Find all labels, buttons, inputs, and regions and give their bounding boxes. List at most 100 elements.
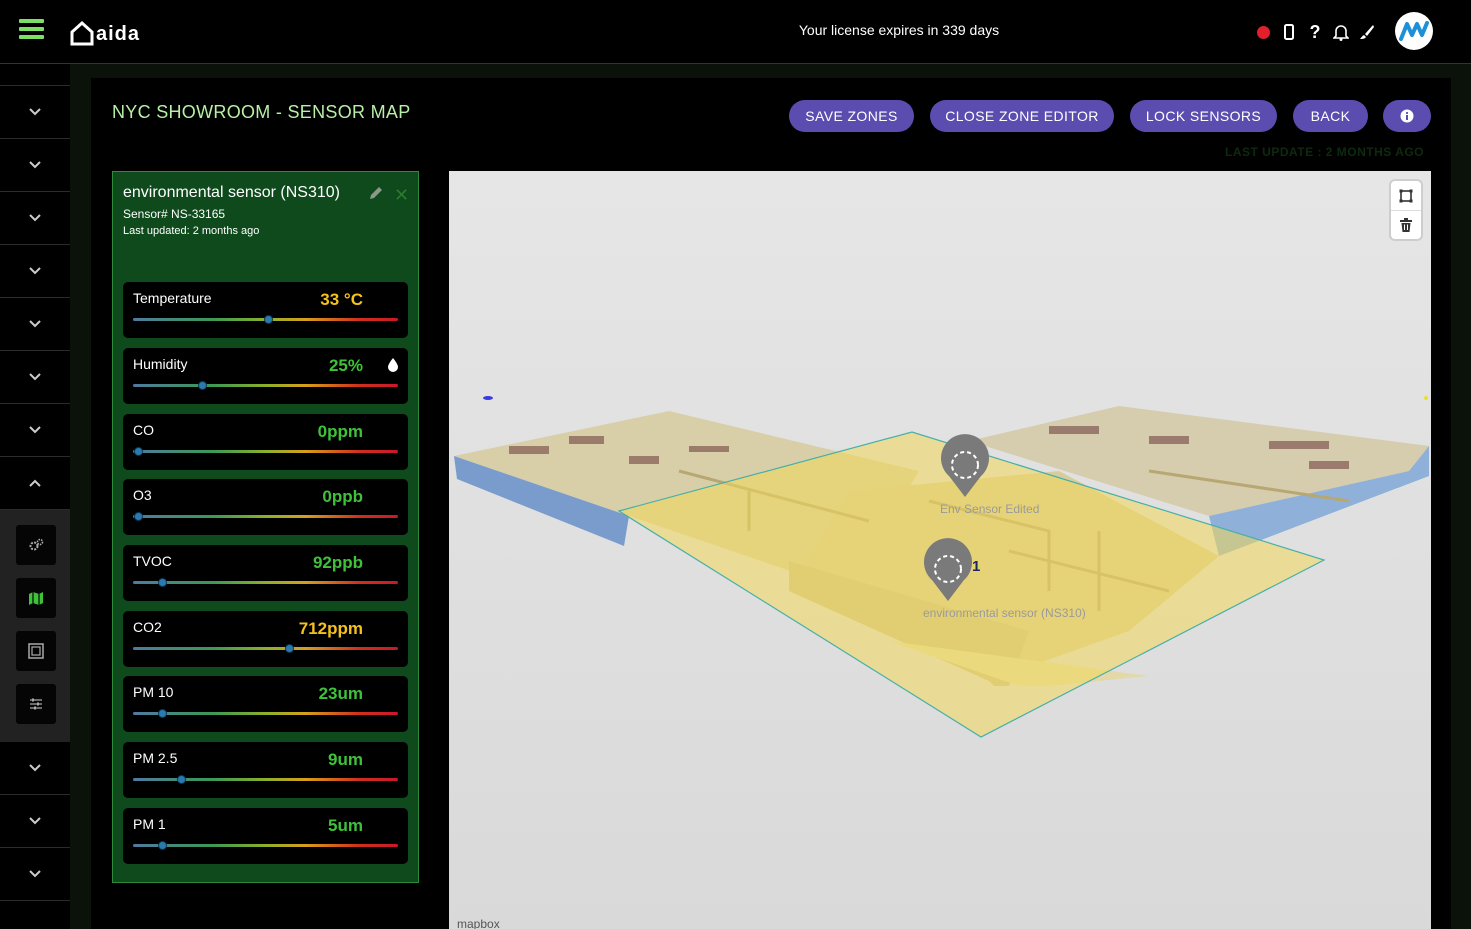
sidebar-sub-map[interactable] bbox=[16, 578, 56, 618]
sensor-detail-panel: environmental sensor (NS310) ✕ Sensor# N… bbox=[112, 171, 419, 883]
reading-level-marker bbox=[264, 315, 274, 324]
sensor-label-ns310[interactable]: environmental sensor (NS310) bbox=[923, 606, 1086, 620]
map-icon bbox=[29, 591, 43, 605]
reading-label: CO bbox=[133, 422, 154, 438]
zone-icon bbox=[28, 643, 44, 659]
sidebar-sub-settings[interactable] bbox=[16, 525, 56, 565]
sidebar-expand-3[interactable] bbox=[0, 192, 70, 245]
user-avatar[interactable] bbox=[1395, 12, 1433, 50]
floorplan-3d-view[interactable] bbox=[449, 171, 1431, 929]
sidebar bbox=[0, 64, 70, 929]
info-icon bbox=[1400, 109, 1414, 123]
reading-scale-bar bbox=[133, 512, 398, 521]
mapbox-attribution[interactable]: mapbox bbox=[457, 917, 500, 929]
sidebar-expand-9[interactable] bbox=[0, 742, 70, 795]
reading-label: CO2 bbox=[133, 619, 162, 635]
sidebar-expand-10[interactable] bbox=[0, 795, 70, 848]
chevron-down-icon bbox=[29, 267, 41, 275]
reading-value: 9um bbox=[328, 750, 363, 769]
reading-level-marker bbox=[285, 644, 295, 653]
reading-value: 33 °C bbox=[320, 290, 363, 309]
chevron-down-icon bbox=[29, 214, 41, 222]
reading-scale-bar bbox=[133, 775, 398, 784]
record-icon[interactable] bbox=[1250, 19, 1276, 45]
reading-value: 0ppb bbox=[322, 487, 363, 506]
reading-value: 92ppb bbox=[312, 553, 363, 572]
save-zones-button[interactable]: SAVE ZONES bbox=[789, 100, 914, 132]
chevron-up-icon bbox=[29, 479, 41, 487]
reading-value: 5um bbox=[328, 816, 363, 835]
reading-card-pm-1: PM 1 5um bbox=[123, 808, 408, 864]
reading-card-co2: CO2 712ppm bbox=[123, 611, 408, 667]
sensor-count-badge: 1 bbox=[972, 558, 981, 575]
edit-pencil-icon[interactable] bbox=[369, 186, 383, 205]
sensor-map[interactable]: Env Sensor Edited environmental sensor (… bbox=[449, 171, 1431, 929]
reading-label: Temperature bbox=[133, 290, 212, 306]
reading-scale-bar bbox=[133, 709, 398, 718]
info-button[interactable] bbox=[1383, 100, 1431, 132]
sidebar-expand-11[interactable] bbox=[0, 848, 70, 901]
reading-label: TVOC bbox=[133, 553, 172, 569]
bell-icon[interactable] bbox=[1328, 19, 1354, 45]
sidebar-expand-6[interactable] bbox=[0, 351, 70, 404]
reading-card-o3: O3 0ppb bbox=[123, 479, 408, 535]
chevron-down-icon bbox=[29, 870, 41, 878]
reading-scale-bar bbox=[133, 644, 398, 653]
page-title: NYC SHOWROOM - SENSOR MAP bbox=[112, 102, 411, 122]
brush-icon[interactable] bbox=[1354, 19, 1380, 45]
sidebar-top-spacer bbox=[0, 64, 70, 86]
sensor-last-updated: Last updated: 2 months ago bbox=[123, 225, 260, 237]
reading-level-marker bbox=[158, 841, 168, 850]
reading-value: 712ppm bbox=[298, 619, 363, 638]
reading-level-marker bbox=[134, 447, 144, 456]
sensor-number: Sensor# NS-33165 bbox=[123, 207, 226, 221]
chevron-down-icon bbox=[29, 817, 41, 825]
sidebar-sub-zones[interactable] bbox=[16, 631, 56, 671]
chevron-down-icon bbox=[29, 373, 41, 381]
help-icon[interactable]: ? bbox=[1302, 19, 1328, 45]
sidebar-expand-4[interactable] bbox=[0, 245, 70, 298]
sidebar-collapse-8[interactable] bbox=[0, 457, 70, 510]
reading-label: PM 2.5 bbox=[133, 750, 178, 766]
reading-scale-bar bbox=[133, 447, 398, 456]
reading-label: PM 10 bbox=[133, 684, 174, 700]
reading-scale-bar bbox=[133, 381, 398, 390]
close-zone-editor-button[interactable]: CLOSE ZONE EDITOR bbox=[930, 100, 1114, 132]
reading-value: 23um bbox=[318, 684, 363, 703]
sidebar-sub-settings-sliders[interactable] bbox=[16, 684, 56, 724]
reading-level-marker bbox=[197, 381, 207, 390]
settings-icon bbox=[29, 538, 44, 551]
reading-label: O3 bbox=[133, 487, 152, 503]
sliders-icon bbox=[30, 698, 42, 710]
reading-scale-bar bbox=[133, 578, 398, 587]
draw-polygon-button[interactable] bbox=[1391, 181, 1421, 210]
chevron-down-icon bbox=[29, 161, 41, 169]
phone-icon[interactable] bbox=[1276, 19, 1302, 45]
chevron-down-icon bbox=[29, 764, 41, 772]
reading-level-marker bbox=[176, 775, 186, 784]
reading-level-marker bbox=[158, 709, 168, 718]
sidebar-expand-5[interactable] bbox=[0, 298, 70, 351]
reading-card-pm-10: PM 10 23um bbox=[123, 676, 408, 732]
last-update-text: LAST UPDATE : 2 MONTHS AGO bbox=[1225, 145, 1424, 159]
sidebar-expand-2[interactable] bbox=[0, 139, 70, 192]
back-button[interactable]: BACK bbox=[1293, 100, 1368, 132]
top-bar: aida Your license expires in 339 days ? bbox=[0, 0, 1471, 64]
close-icon[interactable]: ✕ bbox=[394, 185, 409, 206]
reading-level-marker bbox=[158, 578, 168, 587]
reading-card-co: CO 0ppm bbox=[123, 414, 408, 470]
lock-sensors-button[interactable]: LOCK SENSORS bbox=[1130, 100, 1277, 132]
sidebar-submenu bbox=[0, 510, 70, 742]
sensor-label-env-edited[interactable]: Env Sensor Edited bbox=[940, 502, 1039, 516]
sidebar-expand-1[interactable] bbox=[0, 86, 70, 139]
reading-card-temperature: Temperature 33 °C bbox=[123, 282, 408, 338]
water-drop-icon bbox=[388, 358, 398, 377]
reading-value: 0ppm bbox=[317, 422, 363, 441]
sensor-title: environmental sensor (NS310) bbox=[123, 184, 340, 201]
reading-card-pm-2-5: PM 2.5 9um bbox=[123, 742, 408, 798]
sidebar-expand-7[interactable] bbox=[0, 404, 70, 457]
polygon-icon bbox=[1399, 189, 1413, 202]
delete-shape-button[interactable] bbox=[1391, 210, 1421, 239]
reading-card-humidity: Humidity 25% bbox=[123, 348, 408, 404]
reading-label: Humidity bbox=[133, 356, 188, 372]
